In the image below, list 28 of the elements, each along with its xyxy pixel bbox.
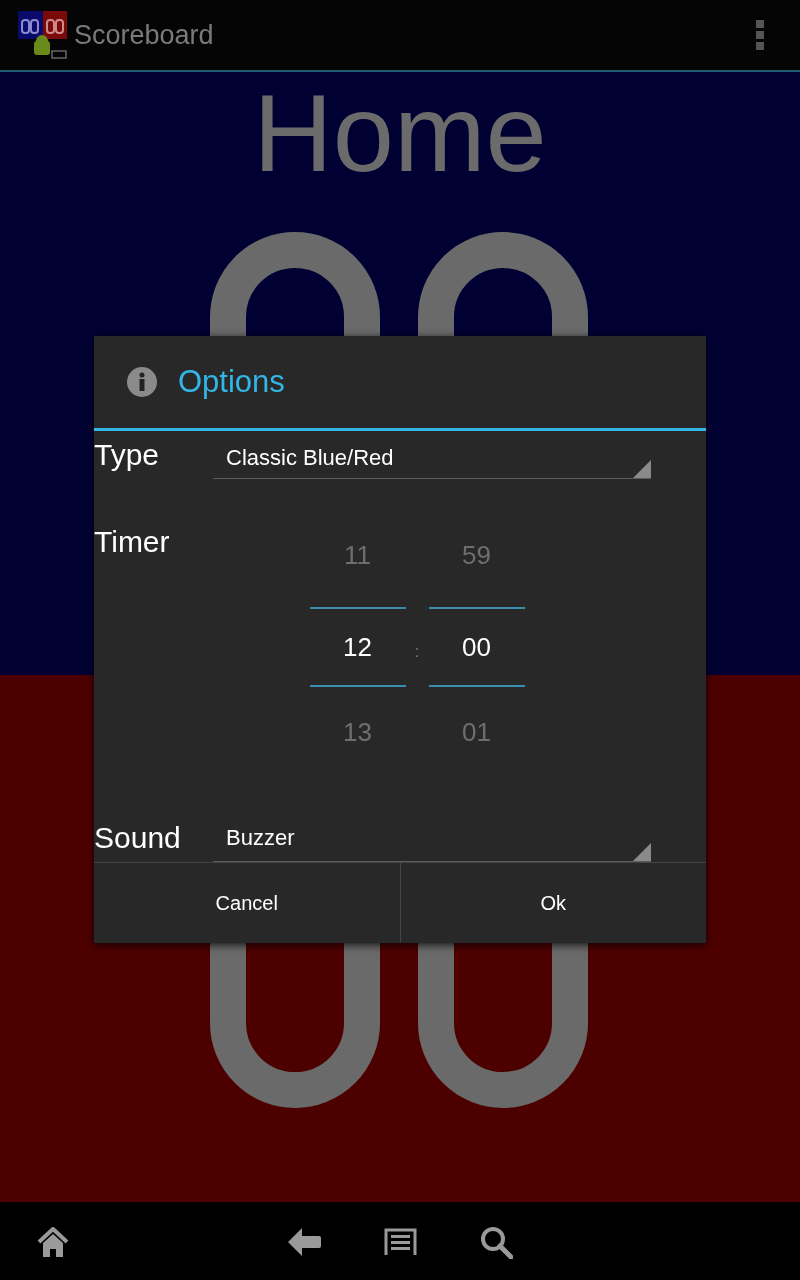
selected-value: 00 (462, 630, 491, 664)
number-picker[interactable]: 59 00 01 (428, 510, 525, 777)
cancel-button[interactable]: Cancel (94, 863, 400, 943)
dropdown-field[interactable]: Classic Blue/Red (213, 437, 651, 479)
back-icon[interactable] (288, 1228, 321, 1256)
field-label: Sound (94, 820, 181, 856)
time-separator: : (414, 642, 420, 662)
dropdown-caret-icon (633, 460, 651, 478)
search-icon[interactable] (480, 1226, 513, 1259)
picker-value: 59 (462, 538, 491, 572)
field-label: Type (94, 437, 160, 473)
dropdown-field[interactable]: Buzzer (213, 814, 651, 862)
number-picker[interactable]: 11 12 13 (309, 510, 406, 777)
home-icon[interactable] (37, 1227, 69, 1257)
app-title: Scoreboard (74, 18, 214, 52)
team-name: Home (253, 78, 547, 188)
selected-value: 12 (343, 630, 372, 664)
dialog-title: Options (178, 362, 285, 401)
menu-icon[interactable] (384, 1228, 417, 1255)
ok-button[interactable]: Ok (399, 863, 706, 943)
info-icon (126, 366, 158, 398)
field-label: Timer (94, 524, 170, 560)
overflow-menu-icon[interactable] (756, 20, 764, 50)
app-icon (18, 11, 68, 59)
picker-value: 11 (344, 538, 372, 572)
dropdown-caret-icon (633, 843, 651, 861)
picker-value: 13 (343, 715, 372, 749)
picker-value: 01 (462, 715, 491, 749)
